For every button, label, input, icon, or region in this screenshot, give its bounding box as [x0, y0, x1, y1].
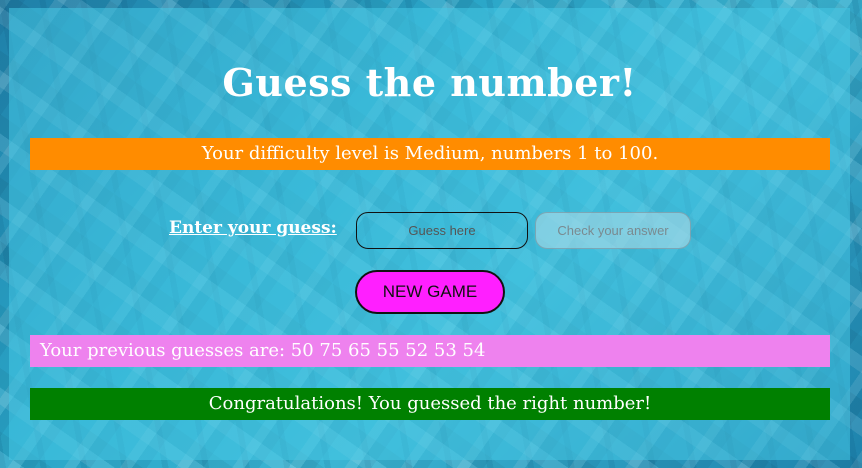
game-panel: Guess the number! Your difficulty level … — [9, 8, 850, 460]
previous-guesses: Your previous guesses are: 50 75 65 55 5… — [30, 335, 830, 367]
guess-label: Enter your guess: — [169, 218, 337, 238]
result-message: Congratulations! You guessed the right n… — [30, 388, 830, 420]
new-game-button[interactable]: NEW GAME — [355, 270, 505, 314]
guess-input[interactable] — [356, 212, 528, 249]
page-title: Guess the number! — [222, 60, 637, 105]
difficulty-banner: Your difficulty level is Medium, numbers… — [30, 138, 830, 170]
check-answer-button[interactable]: Check your answer — [535, 212, 691, 249]
